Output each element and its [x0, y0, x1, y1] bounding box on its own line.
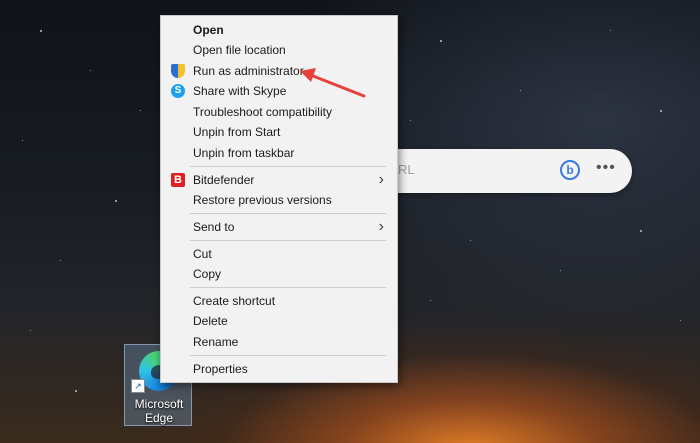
more-options-icon[interactable]: •••: [596, 159, 616, 177]
menu-item-bitdefender[interactable]: B Bitdefender ›: [162, 170, 396, 190]
submenu-chevron-icon: ›: [378, 218, 384, 235]
menu-item-unpin-from-taskbar[interactable]: Unpin from taskbar: [162, 143, 396, 163]
shortcut-arrow-icon: ↗: [131, 379, 145, 393]
annotation-arrow-icon: [300, 68, 366, 98]
uac-shield-icon: [171, 64, 185, 78]
menu-separator: [190, 166, 386, 167]
search-input[interactable]: RL: [398, 162, 415, 177]
menu-separator: [190, 240, 386, 241]
menu-item-unpin-from-start[interactable]: Unpin from Start: [162, 122, 396, 142]
menu-item-properties[interactable]: Properties: [162, 359, 396, 379]
menu-item-restore-previous-versions[interactable]: Restore previous versions: [162, 190, 396, 210]
submenu-chevron-icon: ›: [378, 171, 384, 188]
bitdefender-icon: B: [171, 173, 185, 187]
menu-item-open-file-location[interactable]: Open file location: [162, 40, 396, 60]
menu-item-troubleshoot-compatibility[interactable]: Troubleshoot compatibility: [162, 102, 396, 122]
menu-item-cut[interactable]: Cut: [162, 244, 396, 264]
menu-item-delete[interactable]: Delete: [162, 311, 396, 331]
menu-separator: [190, 355, 386, 356]
menu-item-copy[interactable]: Copy: [162, 264, 396, 284]
menu-item-send-to[interactable]: Send to ›: [162, 217, 396, 237]
menu-item-open[interactable]: Open: [162, 20, 396, 40]
bing-icon[interactable]: b: [560, 160, 580, 180]
desktop-shortcut-label: Microsoft Edge: [134, 397, 184, 425]
menu-item-rename[interactable]: Rename: [162, 332, 396, 352]
menu-item-create-shortcut[interactable]: Create shortcut: [162, 291, 396, 311]
skype-icon: S: [171, 84, 185, 98]
menu-separator: [190, 287, 386, 288]
menu-separator: [190, 213, 386, 214]
